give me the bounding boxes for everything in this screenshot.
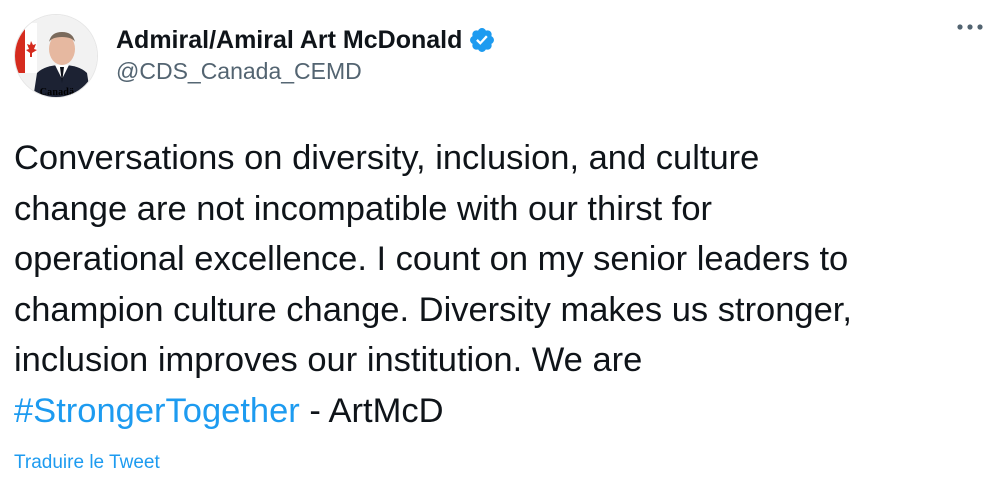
author-handle[interactable]: @CDS_Canada_CEMD (116, 58, 496, 85)
more-button[interactable] (950, 12, 990, 42)
avatar[interactable]: Canadä (14, 14, 98, 98)
tweet-card: Canadä Admiral/Amiral Art McDonald @CDS_… (0, 0, 1004, 492)
tweet-header: Canadä Admiral/Amiral Art McDonald @CDS_… (14, 14, 990, 104)
profile-photo-icon (15, 15, 97, 97)
translate-tweet-link[interactable]: Traduire le Tweet (14, 452, 160, 474)
verified-badge-icon (468, 26, 496, 54)
tweet-text-signature: - ArtMcD (299, 391, 444, 430)
author-names: Admiral/Amiral Art McDonald @CDS_Canada_… (116, 24, 496, 85)
hashtag-link[interactable]: #StrongerTogether (14, 392, 300, 430)
display-name[interactable]: Admiral/Amiral Art McDonald (116, 26, 462, 55)
tweet-text: Conversations on diversity, inclusion, a… (14, 133, 989, 436)
display-name-row: Admiral/Amiral Art McDonald (116, 24, 496, 56)
more-horizontal-icon (957, 24, 983, 30)
tweet-text-main: Conversations on diversity, inclusion, a… (14, 139, 852, 379)
avatar-wordmark: Canadä (39, 87, 75, 98)
